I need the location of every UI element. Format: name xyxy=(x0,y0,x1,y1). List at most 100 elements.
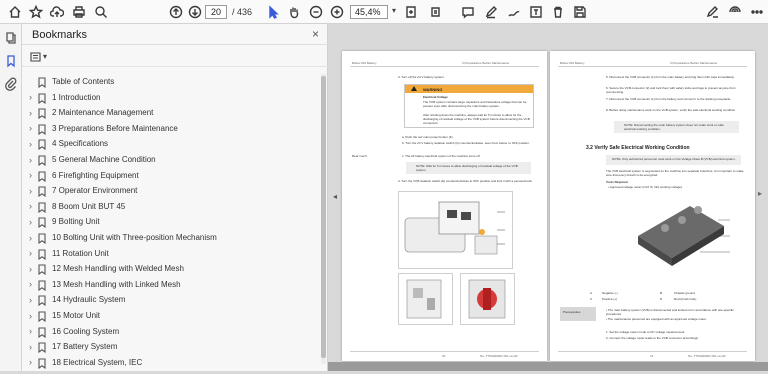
bookmark-item[interactable]: › 12 Mesh Handling with Welded Mesh xyxy=(22,261,320,276)
zoom-dropdown-icon[interactable]: ▾ xyxy=(392,6,396,15)
bookmark-label: 5 General Machine Condition xyxy=(52,155,156,164)
bookmark-item[interactable]: › 14 Hydraulic System xyxy=(22,292,320,307)
bookmark-item[interactable]: › 13 Mesh Handling with Linked Mesh xyxy=(22,277,320,292)
next-page-arrow-icon[interactable]: ▸ xyxy=(758,189,762,198)
comment-icon[interactable] xyxy=(459,3,477,21)
page-thumbnails-icon[interactable] xyxy=(4,31,18,45)
chevron-right-icon[interactable]: › xyxy=(29,186,37,196)
bookmark-item[interactable]: › 10 Bolting Unit with Three-position Mec… xyxy=(22,230,320,245)
attachments-icon[interactable] xyxy=(4,77,18,91)
highlight-pen-icon[interactable] xyxy=(482,3,500,21)
cloud-upload-icon[interactable] xyxy=(48,3,66,21)
bookmark-item[interactable]: › 2 Maintenance Management xyxy=(22,105,320,120)
bookmarks-panel-icon[interactable] xyxy=(4,54,18,68)
left-rail xyxy=(0,24,22,371)
bookmark-item[interactable]: › 15 Motor Unit xyxy=(22,308,320,323)
bookmarks-panel: Bookmarks × ▾ Table of Contents › 1 Introd… xyxy=(22,24,328,371)
step-a: a. Push the red main power button (F). xyxy=(402,135,454,139)
chevron-right-icon[interactable]: › xyxy=(29,108,37,118)
bookmark-icon xyxy=(38,215,46,229)
prerequisites-label-box: Prerequisites xyxy=(560,307,596,321)
prerequisites-label: Prerequisites xyxy=(563,310,581,314)
bookmark-icon xyxy=(38,262,46,276)
chevron-right-icon[interactable]: › xyxy=(29,342,37,352)
machine-illustration xyxy=(398,191,513,269)
share-icon[interactable] xyxy=(726,3,744,21)
chevron-right-icon[interactable]: › xyxy=(29,357,37,367)
header-rule xyxy=(350,66,539,67)
chevron-right-icon[interactable]: › xyxy=(29,155,37,165)
chevron-right-icon[interactable]: › xyxy=(29,170,37,180)
delete-icon[interactable] xyxy=(549,3,567,21)
bookmark-icon xyxy=(38,356,46,369)
edit-sign-icon[interactable] xyxy=(704,3,722,21)
bookmark-item[interactable]: › 6 Firefighting Equipment xyxy=(22,168,320,183)
rotate-icon[interactable] xyxy=(426,3,444,21)
bookmarks-scrollbar[interactable] xyxy=(321,74,326,364)
bookmark-icon xyxy=(38,278,46,291)
bookmark-item[interactable]: › 9 Bolting Unit xyxy=(22,214,320,229)
select-cursor-icon[interactable] xyxy=(264,3,282,21)
scroll-thumb[interactable] xyxy=(321,76,326,358)
home-icon[interactable] xyxy=(6,3,24,21)
bookmark-label: 7 Operator Environment xyxy=(52,186,138,196)
switch-panel-icon xyxy=(406,279,442,319)
page-header-right: 3 Preparations Before Maintenance xyxy=(462,61,510,65)
chevron-right-icon[interactable]: › xyxy=(29,279,37,289)
warning-triangle-icon xyxy=(411,86,417,91)
print-icon[interactable] xyxy=(70,3,88,21)
bookmark-icon xyxy=(38,153,46,167)
page-up-icon[interactable] xyxy=(167,3,185,21)
step-c: c. The 24 battery electrical system of t… xyxy=(402,154,481,158)
bookmark-item[interactable]: › 17 Battery System xyxy=(22,339,320,354)
page-down-icon[interactable] xyxy=(186,3,204,21)
bookmark-options-button[interactable]: ▾ xyxy=(30,50,52,63)
chevron-right-icon[interactable]: › xyxy=(29,123,37,133)
fit-page-icon[interactable] xyxy=(402,3,420,21)
chevron-right-icon[interactable]: › xyxy=(29,92,37,102)
bookmark-item[interactable]: › 8 Boom Unit BUT 45 xyxy=(22,199,320,214)
draw-icon[interactable] xyxy=(505,3,523,21)
chevron-right-icon[interactable]: › xyxy=(29,217,37,227)
bookmark-item[interactable]: › 18 Electrical System, IEC xyxy=(22,355,320,370)
search-icon[interactable] xyxy=(92,3,110,21)
zoom-out-icon[interactable] xyxy=(307,3,325,21)
hand-tool-icon[interactable] xyxy=(285,3,303,21)
bookmark-star-icon[interactable] xyxy=(27,3,45,21)
zoom-in-icon[interactable] xyxy=(328,3,346,21)
more-menu-icon[interactable] xyxy=(748,3,766,21)
save-icon[interactable] xyxy=(571,3,589,21)
close-panel-button[interactable]: × xyxy=(312,27,319,41)
bookmark-item[interactable]: › 3 Preparations Before Maintenance xyxy=(22,121,320,136)
bookmark-item[interactable]: › 5 General Machine Condition xyxy=(22,152,320,167)
text-box-icon[interactable] xyxy=(527,3,545,21)
bookmark-item[interactable]: › 11 Rotation Unit xyxy=(22,246,320,261)
header-rule xyxy=(558,66,747,67)
chevron-right-icon[interactable]: › xyxy=(29,295,37,305)
chevron-right-icon[interactable]: › xyxy=(29,311,37,321)
bookmark-item[interactable]: › 16 Cooling System xyxy=(22,324,320,339)
chevron-right-icon[interactable]: › xyxy=(29,248,37,258)
table-cell-positive: Positive (+) xyxy=(602,297,618,301)
zoom-level-input[interactable]: 45,4% xyxy=(350,5,388,19)
page-number: 20 xyxy=(442,354,446,358)
step-7: 7. Disconnect the VCB connector (1) from… xyxy=(606,97,732,101)
red-switch-icon xyxy=(468,279,506,319)
bookmark-item[interactable]: › 7 Operator Environment xyxy=(22,183,320,198)
chevron-right-icon[interactable]: › xyxy=(29,264,37,274)
chevron-right-icon[interactable]: › xyxy=(29,326,37,336)
bookmark-item[interactable]: › 4 Specifications xyxy=(22,136,320,151)
document-view[interactable]: ◂ ▸ Boltec 610 Battery 3 Preparations Be… xyxy=(328,24,768,371)
bookmark-item[interactable]: Table of Contents xyxy=(22,74,320,89)
note-text: NOTE: Wait for 5 minutes to allow discha… xyxy=(416,164,518,172)
step-6: 6. Secure the VCB connector (2) and lock… xyxy=(606,86,736,94)
horizontal-scroll-track[interactable] xyxy=(328,362,768,371)
chevron-right-icon[interactable]: › xyxy=(29,139,37,149)
panel-collapse-arrow-icon[interactable]: ◂ xyxy=(333,192,337,201)
bookmark-item[interactable]: › 1 Introduction xyxy=(22,90,320,105)
chevron-right-icon[interactable]: › xyxy=(29,201,37,211)
warning-body-2: After shutting down the machine, always … xyxy=(423,113,530,125)
step-2: 2. Connect the voltage meter leads to th… xyxy=(606,336,699,340)
current-page-input[interactable]: 20 xyxy=(205,5,227,19)
chevron-right-icon[interactable]: › xyxy=(29,233,37,243)
